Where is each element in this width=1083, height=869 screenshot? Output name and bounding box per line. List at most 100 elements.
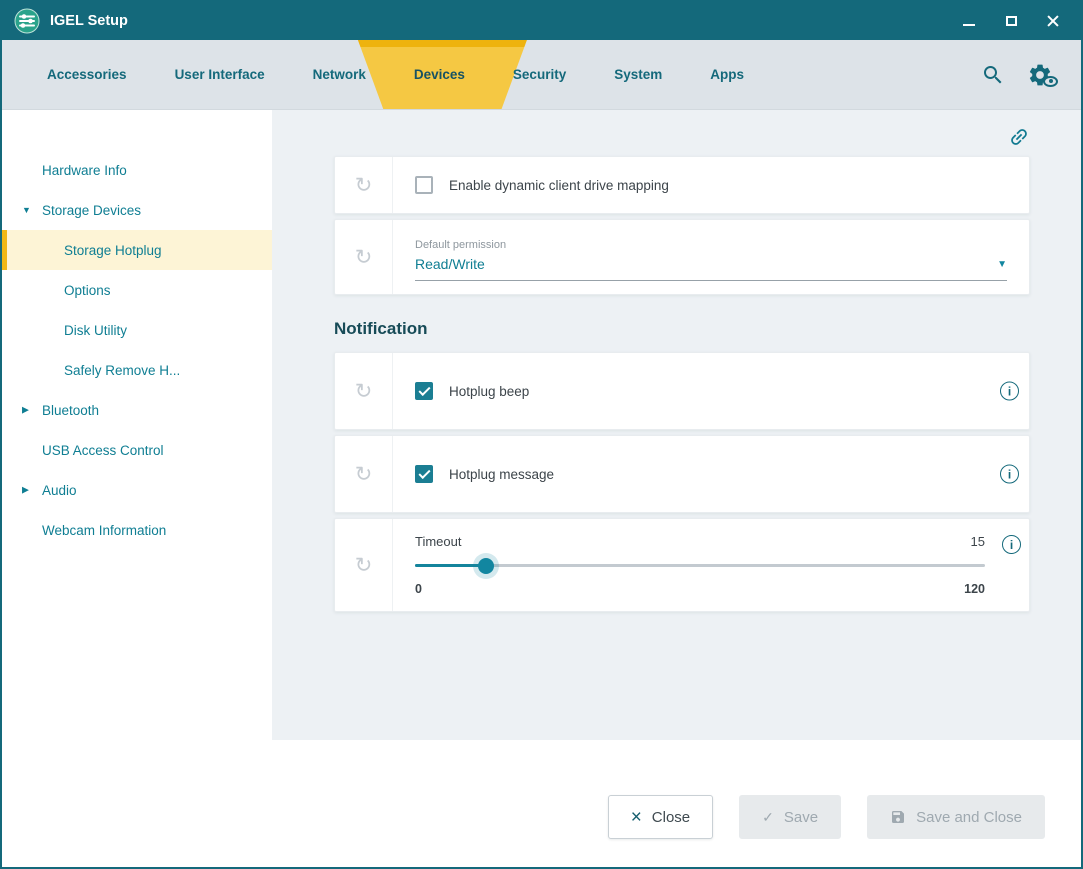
hotplug-message-row: Hotplug message i [393, 436, 1029, 512]
titlebar: IGEL Setup [2, 2, 1081, 40]
maximize-icon [1006, 16, 1017, 26]
default-permission-card: ↻ Default permission Read/Write ▼ [334, 219, 1030, 295]
tab-security[interactable]: Security [513, 40, 566, 109]
default-permission-value: Read/Write [415, 256, 485, 272]
sidebar-item-label: Storage Devices [42, 203, 141, 218]
eye-icon [1043, 76, 1058, 87]
link-icon[interactable] [1003, 121, 1034, 152]
drive-mapping-checkbox[interactable] [415, 176, 433, 194]
default-permission-select[interactable]: Default permission Read/Write ▼ [415, 233, 1007, 281]
sidebar-navigation: Hardware Info ▼ Storage Devices Storage … [2, 110, 272, 740]
tab-devices[interactable]: Devices [414, 40, 465, 109]
hotplug-beep-label: Hotplug beep [449, 384, 529, 399]
window-title: IGEL Setup [50, 13, 128, 29]
sidebar-item-label: USB Access Control [42, 443, 164, 458]
sidebar-item-audio[interactable]: ▶ Audio [2, 470, 272, 510]
tab-apps[interactable]: Apps [710, 40, 744, 109]
sidebar-item-bluetooth[interactable]: ▶ Bluetooth [2, 390, 272, 430]
hotplug-beep-card: ↻ Hotplug beep i [334, 352, 1030, 430]
timeout-card: ↻ Timeout 15 0 120 i [334, 518, 1030, 612]
sidebar-item-options[interactable]: Options [2, 270, 272, 310]
sidebar-item-label: Storage Hotplug [64, 243, 162, 258]
reset-icon[interactable]: ↻ [335, 157, 393, 213]
close-x-icon: × [631, 808, 642, 827]
setup-assistant-gear-eye-icon[interactable] [1027, 62, 1053, 88]
sidebar-item-label: Disk Utility [64, 323, 127, 338]
close-window-button[interactable] [1045, 13, 1061, 29]
sidebar-item-label: Audio [42, 483, 77, 498]
hotplug-message-checkbox[interactable] [415, 465, 433, 483]
save-button[interactable]: ✓ Save [739, 795, 841, 839]
sidebar-item-label: Webcam Information [42, 523, 166, 538]
sidebar-item-label: Options [64, 283, 111, 298]
drive-mapping-label: Enable dynamic client drive mapping [449, 178, 669, 193]
close-button[interactable]: × Close [608, 795, 713, 839]
igel-app-icon [14, 8, 40, 34]
tab-label: Apps [710, 67, 744, 82]
hotplug-message-card: ↻ Hotplug message i [334, 435, 1030, 513]
tab-accessories[interactable]: Accessories [47, 40, 127, 109]
hotplug-beep-checkbox[interactable] [415, 382, 433, 400]
timeout-slider-thumb[interactable] [478, 558, 494, 574]
igel-setup-window: IGEL Setup Accessories User Interface Ne… [0, 0, 1083, 869]
info-icon[interactable]: i [1002, 535, 1021, 554]
collapse-arrow-icon[interactable]: ▶ [22, 405, 29, 416]
hotplug-beep-row: Hotplug beep i [393, 353, 1029, 429]
sidebar-item-storage-devices[interactable]: ▼ Storage Devices [2, 190, 272, 230]
sidebar-item-disk-utility[interactable]: Disk Utility [2, 310, 272, 350]
default-permission-label: Default permission [415, 239, 1007, 251]
hotplug-message-label: Hotplug message [449, 467, 554, 482]
tab-network[interactable]: Network [313, 40, 366, 109]
minimize-icon [963, 24, 975, 26]
timeout-max-label: 120 [964, 582, 985, 596]
close-icon [1046, 14, 1060, 28]
tab-label: Accessories [47, 67, 127, 82]
collapse-arrow-icon[interactable]: ▶ [22, 485, 29, 496]
sidebar-item-storage-hotplug[interactable]: Storage Hotplug [2, 230, 272, 270]
chevron-down-icon: ▼ [997, 259, 1007, 270]
notification-section-heading: Notification [334, 319, 1030, 339]
drive-mapping-row: Enable dynamic client drive mapping [393, 157, 1029, 213]
timeout-label: Timeout [415, 534, 461, 549]
timeout-row: Timeout 15 0 120 i [393, 519, 1029, 611]
minimize-button[interactable] [961, 13, 977, 29]
sidebar-item-label: Safely Remove H... [64, 363, 180, 378]
tabbar-icons [981, 40, 1053, 109]
sidebar-item-webcam-information[interactable]: Webcam Information [2, 510, 272, 550]
save-button-label: Save [784, 809, 818, 826]
check-icon: ✓ [762, 809, 774, 826]
tab-label: Devices [414, 67, 465, 82]
info-icon[interactable]: i [1000, 382, 1019, 401]
timeout-slider-fill [415, 564, 486, 567]
drive-mapping-card: ↻ Enable dynamic client drive mapping [334, 156, 1030, 214]
reset-icon[interactable]: ↻ [335, 519, 393, 611]
settings-content-panel: ↻ Enable dynamic client drive mapping ↻ … [272, 110, 1081, 740]
tab-user-interface[interactable]: User Interface [175, 40, 265, 109]
info-icon[interactable]: i [1000, 465, 1019, 484]
sidebar-item-hardware-info[interactable]: Hardware Info [2, 150, 272, 190]
tabbar: Accessories User Interface Network Devic… [2, 40, 1081, 110]
tab-label: Network [313, 67, 366, 82]
save-and-close-button-label: Save and Close [916, 809, 1022, 826]
window-controls [961, 13, 1069, 29]
save-and-close-button[interactable]: Save and Close [867, 795, 1045, 839]
tab-system[interactable]: System [614, 40, 662, 109]
default-permission-row: Default permission Read/Write ▼ [393, 220, 1029, 294]
sidebar-item-safely-remove[interactable]: Safely Remove H... [2, 350, 272, 390]
floppy-disk-icon [890, 809, 906, 825]
search-icon[interactable] [981, 63, 1005, 87]
reset-icon[interactable]: ↻ [335, 353, 393, 429]
expand-arrow-icon[interactable]: ▼ [22, 205, 31, 215]
sidebar-item-label: Bluetooth [42, 403, 99, 418]
footer-button-bar: × Close ✓ Save Save and Close [2, 740, 1081, 867]
sidebar-item-usb-access-control[interactable]: USB Access Control [2, 430, 272, 470]
sidebar-item-label: Hardware Info [42, 163, 127, 178]
timeout-value: 15 [971, 534, 985, 549]
reset-icon[interactable]: ↻ [335, 436, 393, 512]
maximize-button[interactable] [1003, 13, 1019, 29]
reset-icon[interactable]: ↻ [335, 220, 393, 294]
tab-label: Security [513, 67, 566, 82]
link-row [334, 118, 1030, 156]
timeout-slider[interactable] [415, 564, 985, 567]
close-button-label: Close [652, 809, 690, 826]
